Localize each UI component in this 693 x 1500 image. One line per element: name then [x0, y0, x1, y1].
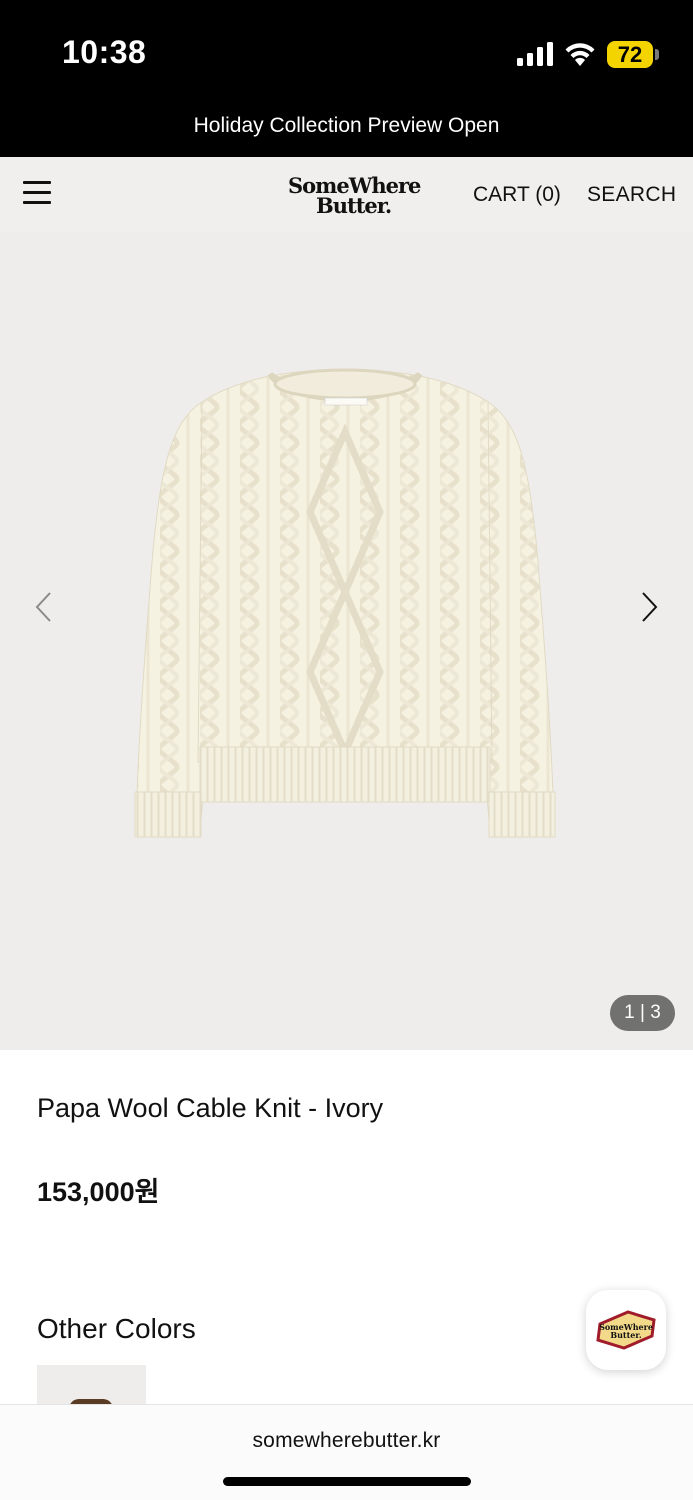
hamburger-menu-icon[interactable]	[23, 181, 51, 205]
chat-logo-line2: Butter.	[610, 1330, 642, 1340]
previous-image-arrow-icon[interactable]	[32, 587, 56, 627]
chat-button[interactable]: SomeWhere Butter.	[586, 1290, 666, 1370]
product-image-gallery[interactable]: 1 | 3	[0, 232, 693, 1050]
search-link[interactable]: SEARCH	[587, 183, 676, 207]
battery-cap	[655, 49, 659, 60]
next-image-arrow-icon[interactable]	[637, 587, 661, 627]
brand-logo[interactable]: SomeWhere Butter.	[285, 173, 421, 219]
wifi-icon	[565, 43, 595, 66]
announcement-bar[interactable]: Holiday Collection Preview Open	[0, 100, 693, 157]
url-text[interactable]: somewherebutter.kr	[0, 1429, 693, 1453]
battery-icon: 72	[607, 41, 653, 68]
status-bar: 10:38 72	[0, 0, 693, 100]
status-time: 10:38	[62, 34, 147, 70]
sweater-image	[134, 368, 556, 838]
product-price: 153,000원	[37, 1177, 160, 1207]
site-header: SomeWhere Butter. CART (0) SEARCH	[0, 157, 693, 232]
signal-icon	[517, 42, 553, 66]
product-title: Papa Wool Cable Knit - Ivory	[37, 1093, 384, 1123]
other-colors-heading: Other Colors	[37, 1313, 196, 1344]
color-swatch-brown[interactable]	[37, 1365, 146, 1405]
logo-line2: Butter.	[316, 193, 392, 218]
browser-url-bar[interactable]: somewherebutter.kr	[0, 1404, 693, 1500]
home-indicator	[223, 1477, 471, 1486]
brand-badge-icon: SomeWhere Butter.	[596, 1310, 656, 1350]
cart-link[interactable]: CART (0)	[473, 183, 561, 207]
image-pager: 1 | 3	[610, 995, 675, 1031]
